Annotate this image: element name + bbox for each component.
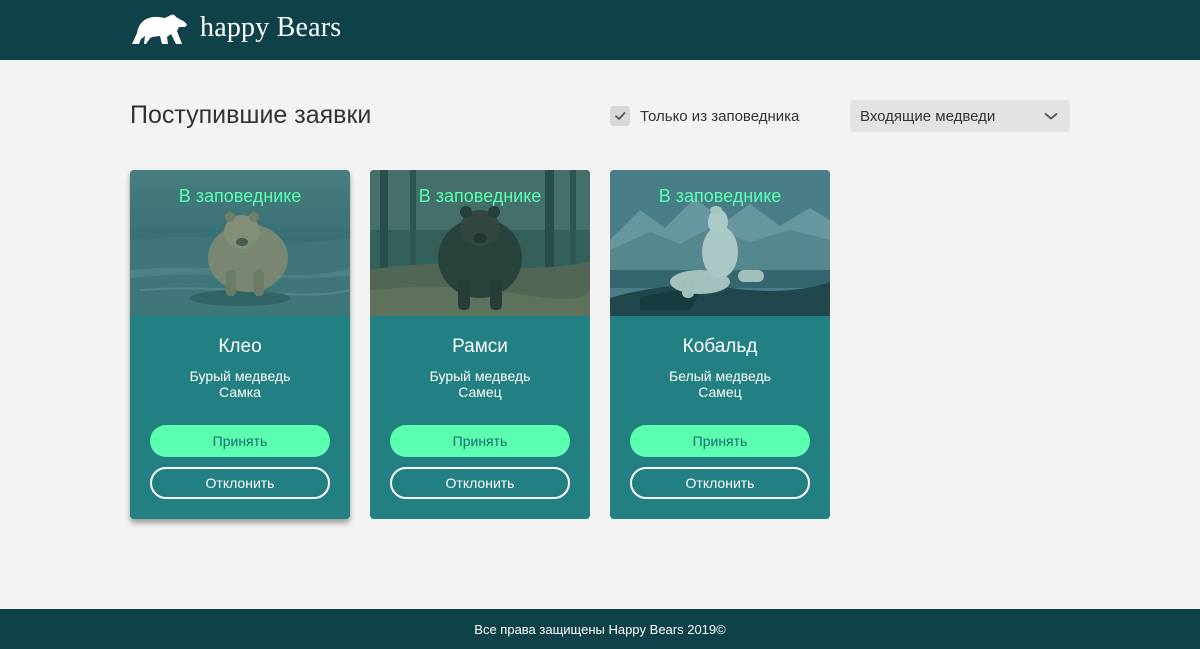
bear-species: Бурый медведь xyxy=(429,368,531,384)
select-value: Входящие медведи xyxy=(860,107,996,125)
chevron-down-icon xyxy=(1044,113,1058,120)
reserve-only-filter[interactable]: Только из заповедника xyxy=(610,106,799,126)
bear-species: Бурый медведь xyxy=(189,368,291,384)
bear-card: В заповеднике Клео Бурый медведь Самка П… xyxy=(130,170,350,519)
bears-direction-select[interactable]: Входящие медведи xyxy=(850,100,1070,132)
page-title: Поступившие заявки xyxy=(130,101,372,129)
decline-button[interactable]: Отклонить xyxy=(150,467,330,499)
bear-name: Рамси xyxy=(452,336,508,357)
bear-card: В заповеднике Кобальд Белый медведь Саме… xyxy=(610,170,830,519)
bear-photo: В заповеднике xyxy=(610,170,830,316)
bear-card: В заповеднике Рамси Бурый медведь Самец … xyxy=(370,170,590,519)
status-badge: В заповеднике xyxy=(418,186,542,206)
requests-list: В заповеднике Клео Бурый медведь Самка П… xyxy=(130,170,850,519)
bear-icon xyxy=(132,14,187,44)
bear-name: Кобальд xyxy=(682,336,758,357)
copyright-text: Все права защищены Happy Bears 2019© xyxy=(474,621,726,637)
accept-button[interactable]: Принять xyxy=(150,425,330,457)
logo[interactable]: happy Bears xyxy=(130,12,341,46)
footer: Все права защищены Happy Bears 2019© xyxy=(0,609,1200,649)
bear-name: Клео xyxy=(218,336,262,357)
checkmark-icon xyxy=(615,112,626,120)
status-badge: В заповеднике xyxy=(658,186,782,206)
status-badge: В заповеднике xyxy=(178,186,302,206)
bear-photo: В заповеднике xyxy=(130,170,350,316)
decline-button[interactable]: Отклонить xyxy=(390,467,570,499)
top-bar: happy Bears xyxy=(0,0,1200,60)
bear-sex: Самец xyxy=(458,384,502,400)
reserve-only-label: Только из заповедника xyxy=(640,107,800,125)
accept-button[interactable]: Принять xyxy=(390,425,570,457)
bear-photo: В заповеднике xyxy=(370,170,590,316)
bear-info: Бурый медведь Самка xyxy=(130,368,350,400)
bear-sex: Самец xyxy=(698,384,742,400)
bear-sex: Самка xyxy=(219,384,261,400)
bear-species: Белый медведь xyxy=(669,368,771,384)
brand-name: happy Bears xyxy=(200,12,342,43)
reserve-only-checkbox[interactable] xyxy=(610,106,630,126)
bear-info: Бурый медведь Самец xyxy=(370,368,590,400)
accept-button[interactable]: Принять xyxy=(630,425,810,457)
bear-info: Белый медведь Самец xyxy=(610,368,830,400)
decline-button[interactable]: Отклонить xyxy=(630,467,810,499)
